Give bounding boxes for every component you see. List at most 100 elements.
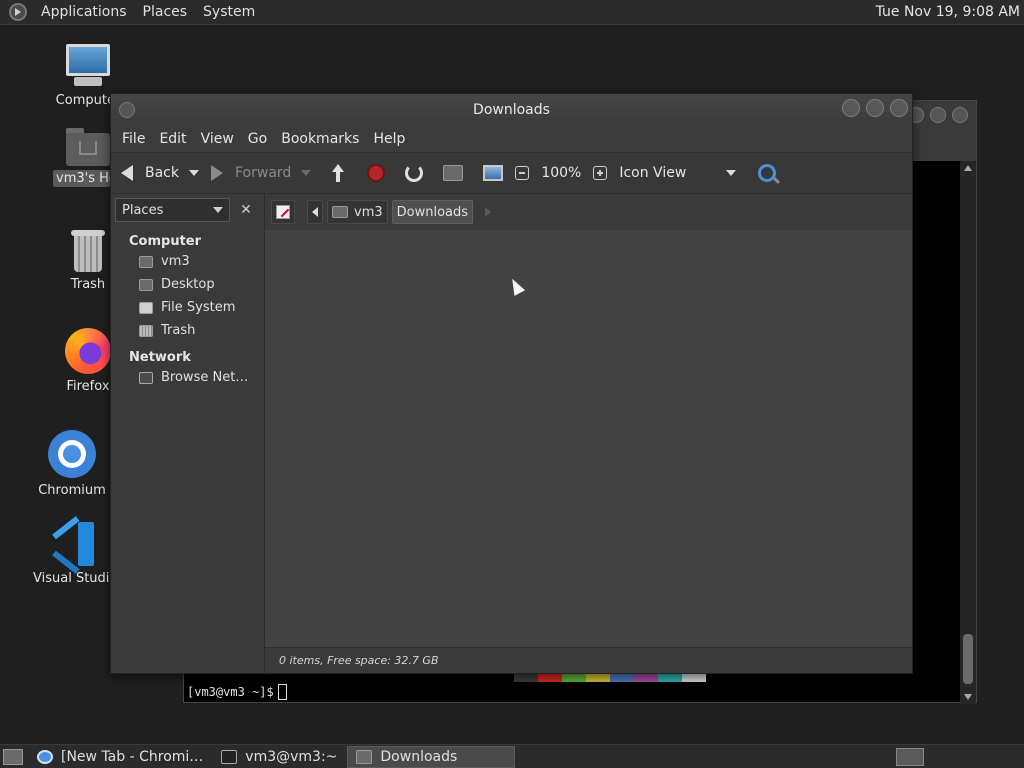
palette-swatch xyxy=(514,674,538,682)
forward-history-dropdown-icon[interactable] xyxy=(301,170,312,176)
home-button[interactable] xyxy=(443,165,464,181)
breadcrumb-downloads[interactable]: Downloads xyxy=(391,200,474,224)
toggle-location-entry-button[interactable] xyxy=(271,200,295,224)
computer-icon xyxy=(483,165,504,181)
window-titlebar[interactable]: Downloads xyxy=(111,94,912,126)
scroll-down-icon[interactable] xyxy=(964,694,972,700)
location-bar: vm3 Downloads xyxy=(265,194,912,230)
file-view-area[interactable]: vm3 Downloads 0 items, Free space: 32.7 … xyxy=(265,194,912,673)
zoom-in-icon xyxy=(593,166,608,180)
distro-logo-icon[interactable] xyxy=(9,3,27,21)
task-chromium[interactable]: [New Tab - Chromi… xyxy=(29,746,211,768)
task-terminal[interactable]: vm3@vm3:~ xyxy=(213,746,345,768)
sidebar-item-trash[interactable]: Trash xyxy=(111,319,264,342)
search-icon xyxy=(758,164,777,182)
scroll-up-icon[interactable] xyxy=(964,165,972,171)
back-label: Back xyxy=(145,165,179,181)
menu-help[interactable]: Help xyxy=(366,131,412,147)
file-manager-body: Places ✕ Computer vm3 Desktop File Syste… xyxy=(111,194,912,673)
desktop-icon-vscode[interactable]: Visual Studio Code xyxy=(24,516,124,591)
scrollbar-thumb[interactable] xyxy=(963,634,973,684)
desktop-icon-label: Firefox xyxy=(66,379,110,394)
breadcrumb-label: Downloads xyxy=(396,204,469,220)
sidebar-item-file-system[interactable]: File System xyxy=(111,296,264,319)
places-menu[interactable]: Places xyxy=(135,4,196,20)
sidebar-item-label: Desktop xyxy=(161,277,215,292)
menu-view[interactable]: View xyxy=(194,131,241,147)
back-button[interactable]: Back xyxy=(121,165,199,181)
zoom-level[interactable]: 100% xyxy=(541,165,581,181)
top-panel: Applications Places System Tue Nov 19, 9… xyxy=(0,0,1024,25)
sidebar-heading-network: Network xyxy=(129,350,191,365)
terminal-cursor xyxy=(277,684,287,700)
palette-swatch xyxy=(634,674,658,682)
back-history-dropdown-icon[interactable] xyxy=(189,170,199,176)
menu-bar: File Edit View Go Bookmarks Help xyxy=(111,126,912,152)
vscode-icon xyxy=(52,516,96,574)
zoom-out-button[interactable] xyxy=(515,166,530,180)
toolbar: Back Forward 100% Icon View xyxy=(111,152,912,194)
drive-icon xyxy=(139,301,153,314)
up-button[interactable] xyxy=(329,164,347,182)
palette-swatch xyxy=(586,674,610,682)
file-manager-window[interactable]: Downloads File Edit View Go Bookmarks He… xyxy=(110,93,913,674)
terminal-scrollbar[interactable] xyxy=(960,161,976,704)
palette-swatch xyxy=(562,674,586,682)
forward-button[interactable]: Forward xyxy=(211,165,312,181)
reload-button[interactable] xyxy=(405,164,424,182)
back-arrow-icon xyxy=(121,165,133,181)
zoom-in-button[interactable] xyxy=(593,166,608,180)
home-folder-icon xyxy=(66,128,110,166)
menu-edit[interactable]: Edit xyxy=(152,131,193,147)
forward-arrow-icon xyxy=(211,165,223,181)
clock[interactable]: Tue Nov 19, 9:08 AM xyxy=(876,4,1020,20)
desktop-icon-label: Chromium xyxy=(38,483,106,498)
view-mode-select[interactable]: Icon View xyxy=(619,165,737,181)
window-title: Downloads xyxy=(473,102,550,118)
workspace-switcher-icon[interactable] xyxy=(896,748,924,766)
computer-button[interactable] xyxy=(483,165,504,181)
stop-button[interactable] xyxy=(367,164,386,182)
sidebar-item-browse-network[interactable]: Browse Net… xyxy=(111,366,264,389)
task-label: vm3@vm3:~ xyxy=(245,748,338,765)
terminal-prompt-line[interactable]: [vm3@vm3 ~]$ xyxy=(187,684,287,700)
show-desktop-icon[interactable] xyxy=(3,748,23,765)
maximize-icon[interactable] xyxy=(866,99,884,117)
edit-location-icon xyxy=(276,205,290,219)
reload-icon xyxy=(405,164,424,182)
menu-file[interactable]: File xyxy=(115,131,152,147)
terminal-prompt: [vm3@vm3 ~]$ xyxy=(187,685,274,699)
sidebar: Places ✕ Computer vm3 Desktop File Syste… xyxy=(111,194,265,673)
stop-icon xyxy=(367,164,386,182)
desktop-icon-chromium[interactable]: Chromium xyxy=(22,430,122,503)
sidebar-type-select[interactable]: Places xyxy=(115,198,230,222)
sidebar-item-label: Browse Net… xyxy=(161,370,249,385)
maximize-icon[interactable] xyxy=(930,107,946,123)
home-folder-icon xyxy=(332,206,348,218)
close-icon[interactable] xyxy=(890,99,908,117)
palette-swatch xyxy=(610,674,634,682)
chevron-down-icon xyxy=(213,207,223,213)
sidebar-item-vm3[interactable]: vm3 xyxy=(111,250,264,273)
desktop-icon-label: Trash xyxy=(70,277,106,292)
palette-swatch xyxy=(682,674,706,682)
menu-go[interactable]: Go xyxy=(241,131,274,147)
status-bar: 0 items, Free space: 32.7 GB xyxy=(265,647,912,673)
task-label: [New Tab - Chromi… xyxy=(61,748,204,765)
folder-icon xyxy=(356,749,373,764)
system-menu[interactable]: System xyxy=(195,4,263,20)
breadcrumb-vm3[interactable]: vm3 xyxy=(327,200,388,224)
close-sidebar-icon[interactable]: ✕ xyxy=(236,200,256,220)
window-menu-icon[interactable] xyxy=(119,102,135,118)
minimize-icon[interactable] xyxy=(842,99,860,117)
sidebar-item-desktop[interactable]: Desktop xyxy=(111,273,264,296)
chevron-right-icon[interactable] xyxy=(485,207,492,217)
search-button[interactable] xyxy=(758,164,777,182)
up-arrow-icon xyxy=(329,164,347,182)
applications-menu[interactable]: Applications xyxy=(33,4,135,20)
menu-bookmarks[interactable]: Bookmarks xyxy=(274,131,366,147)
task-downloads[interactable]: Downloads xyxy=(347,745,516,768)
close-icon[interactable] xyxy=(952,107,968,123)
breadcrumb-scroll-left-button[interactable] xyxy=(307,200,323,224)
taskbar: [New Tab - Chromi… vm3@vm3:~ Downloads xyxy=(0,744,1024,768)
